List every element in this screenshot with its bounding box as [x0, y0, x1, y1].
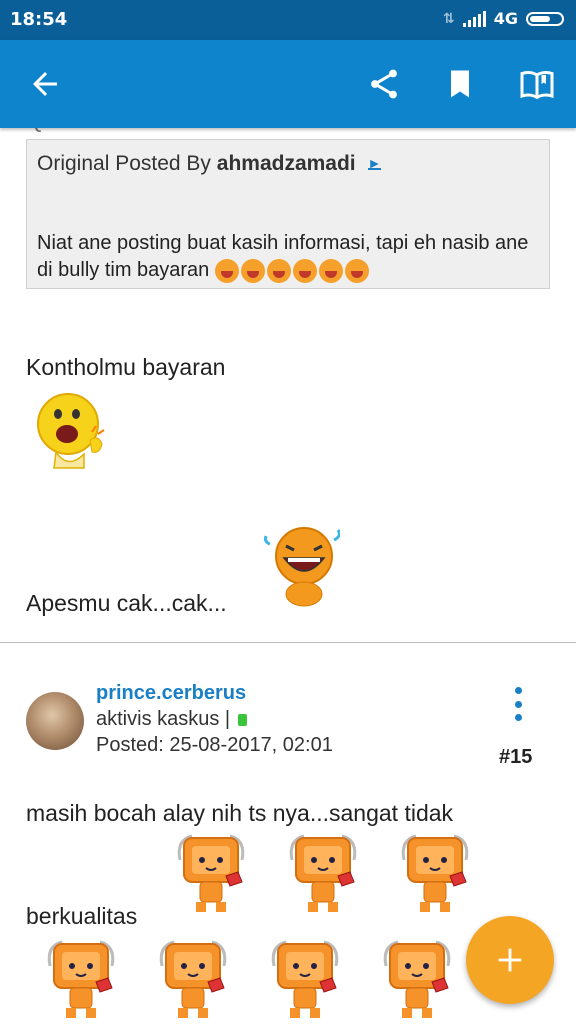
app-bar [0, 40, 576, 128]
robot-emoji-icon [177, 834, 245, 914]
quote-posted-prefix: Original Posted By [37, 152, 211, 175]
post-number[interactable]: #15 [499, 746, 532, 769]
reply-text-1: Kontholmu bayaran [26, 354, 226, 380]
crying-smiley-icon [240, 258, 265, 283]
status-bar: 18:54 ⇅ 4G [0, 0, 576, 40]
quote-box: Original Posted By ahmadzamadi ► Niat an… [26, 139, 550, 289]
quote-author[interactable]: ahmadzamadi [217, 152, 356, 175]
signal-icon [462, 10, 486, 27]
open-book-icon[interactable] [519, 66, 555, 102]
shouting-emoji-icon [37, 393, 105, 469]
post-username[interactable]: prince.cerberus [96, 682, 246, 705]
go-to-post-icon[interactable]: ► [367, 156, 382, 171]
network-type: 4G [493, 9, 518, 28]
robot-emoji-icon [383, 940, 451, 1020]
online-status-indicator [238, 713, 248, 726]
robot-emoji-icon [289, 834, 357, 914]
robot-emoji-icon [159, 940, 227, 1020]
add-reply-button[interactable] [466, 916, 554, 1004]
crying-smiley-icon [214, 258, 239, 283]
robot-emoji-icon [401, 834, 469, 914]
share-icon[interactable] [366, 66, 402, 102]
back-arrow-icon[interactable] [27, 66, 63, 102]
battery-icon [526, 11, 564, 26]
post-rank: aktivis kaskus | [96, 708, 248, 731]
crying-smiley-icon [292, 258, 317, 283]
reply-text-2: Apesmu cak...cak... [26, 590, 227, 616]
post-divider [0, 642, 576, 643]
crying-smiley-icon [318, 258, 343, 283]
post-text-line-1: masih bocah alay nih ts nya...sangat tid… [26, 800, 454, 826]
plus-icon [498, 948, 522, 972]
crying-smiley-icon [266, 258, 291, 283]
status-icons: ⇅ 4G [443, 9, 564, 28]
crying-smileys [214, 258, 369, 283]
status-time: 18:54 [10, 9, 68, 30]
data-transfer-icon: ⇅ [443, 10, 455, 27]
robot-emoji-icon [47, 940, 115, 1020]
crying-smiley-icon [344, 258, 369, 283]
robot-emoji-icon [271, 940, 339, 1020]
bookmark-icon[interactable] [442, 66, 478, 102]
avatar[interactable] [26, 692, 84, 750]
post-date: Posted: 25-08-2017, 02:01 [96, 734, 333, 756]
quote-posted-by: Original Posted By ahmadzamadi ► [37, 152, 382, 176]
post-text-line-2: berkualitas [26, 903, 138, 929]
laughing-emoji-icon [264, 527, 340, 607]
more-options-icon[interactable] [510, 687, 526, 721]
quote-message: Niat ane posting buat kasih informasi, t… [37, 232, 529, 283]
